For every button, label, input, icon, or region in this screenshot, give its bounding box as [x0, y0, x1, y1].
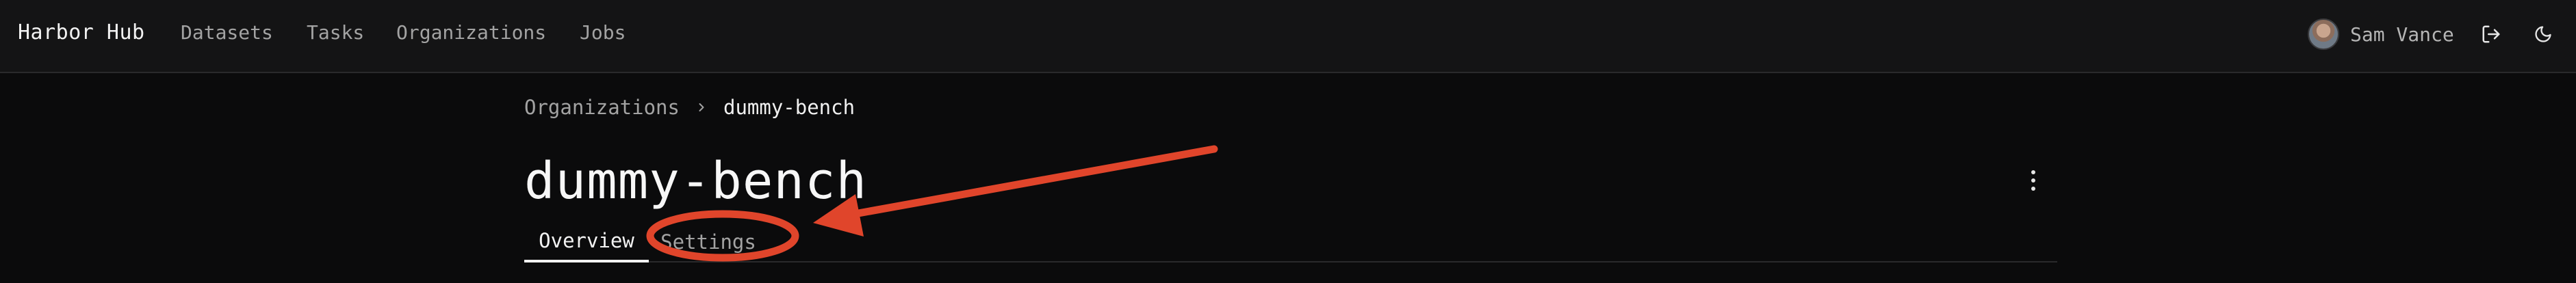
- kebab-menu-icon[interactable]: [2023, 164, 2044, 197]
- user-name: Sam Vance: [2350, 23, 2454, 46]
- tab-overview[interactable]: Overview: [524, 221, 649, 262]
- tab-settings[interactable]: Settings: [660, 221, 756, 262]
- top-navbar: Harbor Hub Datasets Tasks Organizations …: [0, 0, 2576, 73]
- nav-link-organizations[interactable]: Organizations: [396, 21, 546, 44]
- kebab-dot: [2031, 178, 2035, 183]
- kebab-dot: [2031, 170, 2035, 174]
- logout-icon[interactable]: [2479, 22, 2503, 46]
- nav-link-datasets[interactable]: Datasets: [181, 21, 273, 44]
- tab-bar: Overview Settings: [524, 215, 2057, 262]
- avatar[interactable]: [2308, 18, 2339, 50]
- user-menu[interactable]: Sam Vance: [2308, 15, 2454, 53]
- breadcrumb-link-organizations[interactable]: Organizations: [524, 96, 680, 119]
- page-title: dummy-bench: [524, 152, 868, 211]
- brand-logo[interactable]: Harbor Hub: [18, 21, 145, 44]
- nav-link-tasks[interactable]: Tasks: [307, 21, 364, 44]
- breadcrumb-current: dummy-bench: [723, 96, 855, 119]
- moon-icon[interactable]: [2531, 22, 2555, 46]
- kebab-dot: [2031, 187, 2035, 191]
- breadcrumb: Organizations dummy-bench: [524, 96, 855, 119]
- chevron-right-icon: [695, 100, 708, 114]
- nav-link-jobs[interactable]: Jobs: [580, 21, 626, 44]
- arrow-shaft: [839, 145, 1218, 220]
